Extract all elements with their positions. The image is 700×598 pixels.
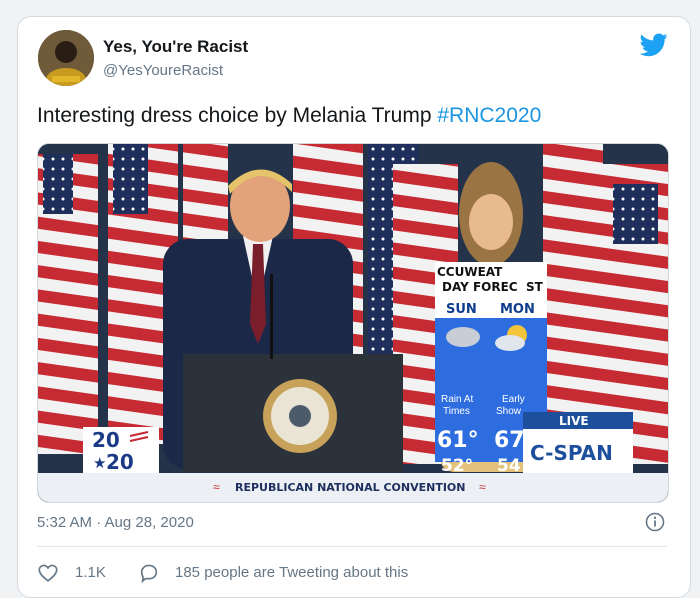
conversation-link[interactable]: 185 people are Tweeting about this: [175, 564, 408, 581]
user-handle[interactable]: @YesYoureRacist: [103, 62, 223, 79]
forecast-brand: CCUWEAT: [437, 265, 503, 279]
cspan-bug: LIVE C-SPAN: [523, 412, 633, 473]
star-icon: ★: [93, 455, 106, 472]
forecast-desc-2a: Early: [502, 394, 525, 405]
heart-icon[interactable]: [37, 562, 59, 584]
like-count[interactable]: 1.1K: [75, 564, 106, 581]
logo-2020-bottom: 20: [106, 450, 134, 474]
tweet-media[interactable]: CCUWEAT DAY FOREC ST SUN MON Rain At Tim…: [37, 143, 669, 503]
forecast-desc-1a: Rain At: [441, 394, 473, 405]
reply-bubble-icon[interactable]: [138, 562, 160, 584]
network-logo: C-SPAN: [530, 441, 613, 465]
info-icon[interactable]: [645, 512, 665, 532]
lower-banner: ≈ REPUBLICAN NATIONAL CONVENTION ≈: [38, 473, 668, 502]
banner-text: REPUBLICAN NATIONAL CONVENTION: [235, 481, 465, 494]
forecast-desc-1b: Times: [443, 406, 470, 417]
tweet-timestamp[interactable]: 5:32 AM · Aug 28, 2020: [37, 514, 194, 531]
avatar[interactable]: [38, 30, 94, 86]
forecast-high-1: 61°: [437, 428, 479, 453]
forecast-day-2: MON: [500, 302, 535, 317]
tweet-body: Interesting dress choice by Melania Trum…: [37, 104, 438, 127]
twitter-bird-icon[interactable]: [640, 33, 668, 57]
forecast-subtitle-end: ST: [526, 280, 544, 294]
forecast-subtitle: DAY FOREC: [442, 280, 518, 294]
avatar-portrait-icon: [38, 30, 94, 86]
tweet-text: Interesting dress choice by Melania Trum…: [37, 104, 541, 128]
rnc-photo: CCUWEAT DAY FOREC ST SUN MON Rain At Tim…: [38, 144, 668, 502]
forecast-day-1: SUN: [446, 302, 477, 317]
forecast-desc-2b: Show: [496, 406, 522, 417]
rain-cloud-icon: [446, 327, 480, 347]
live-label: LIVE: [559, 414, 589, 428]
forecast-high-2: 67: [494, 428, 525, 453]
banner-stripe-icon-left: ≈: [213, 480, 220, 494]
divider: [37, 546, 667, 547]
banner-stripe-icon-right: ≈: [479, 480, 486, 494]
logo-2020-top: 20: [92, 428, 120, 452]
rnc-2020-logo: 20 20 ★: [83, 427, 159, 474]
display-name[interactable]: Yes, You're Racist: [103, 37, 248, 57]
hashtag-link[interactable]: #RNC2020: [437, 104, 541, 127]
